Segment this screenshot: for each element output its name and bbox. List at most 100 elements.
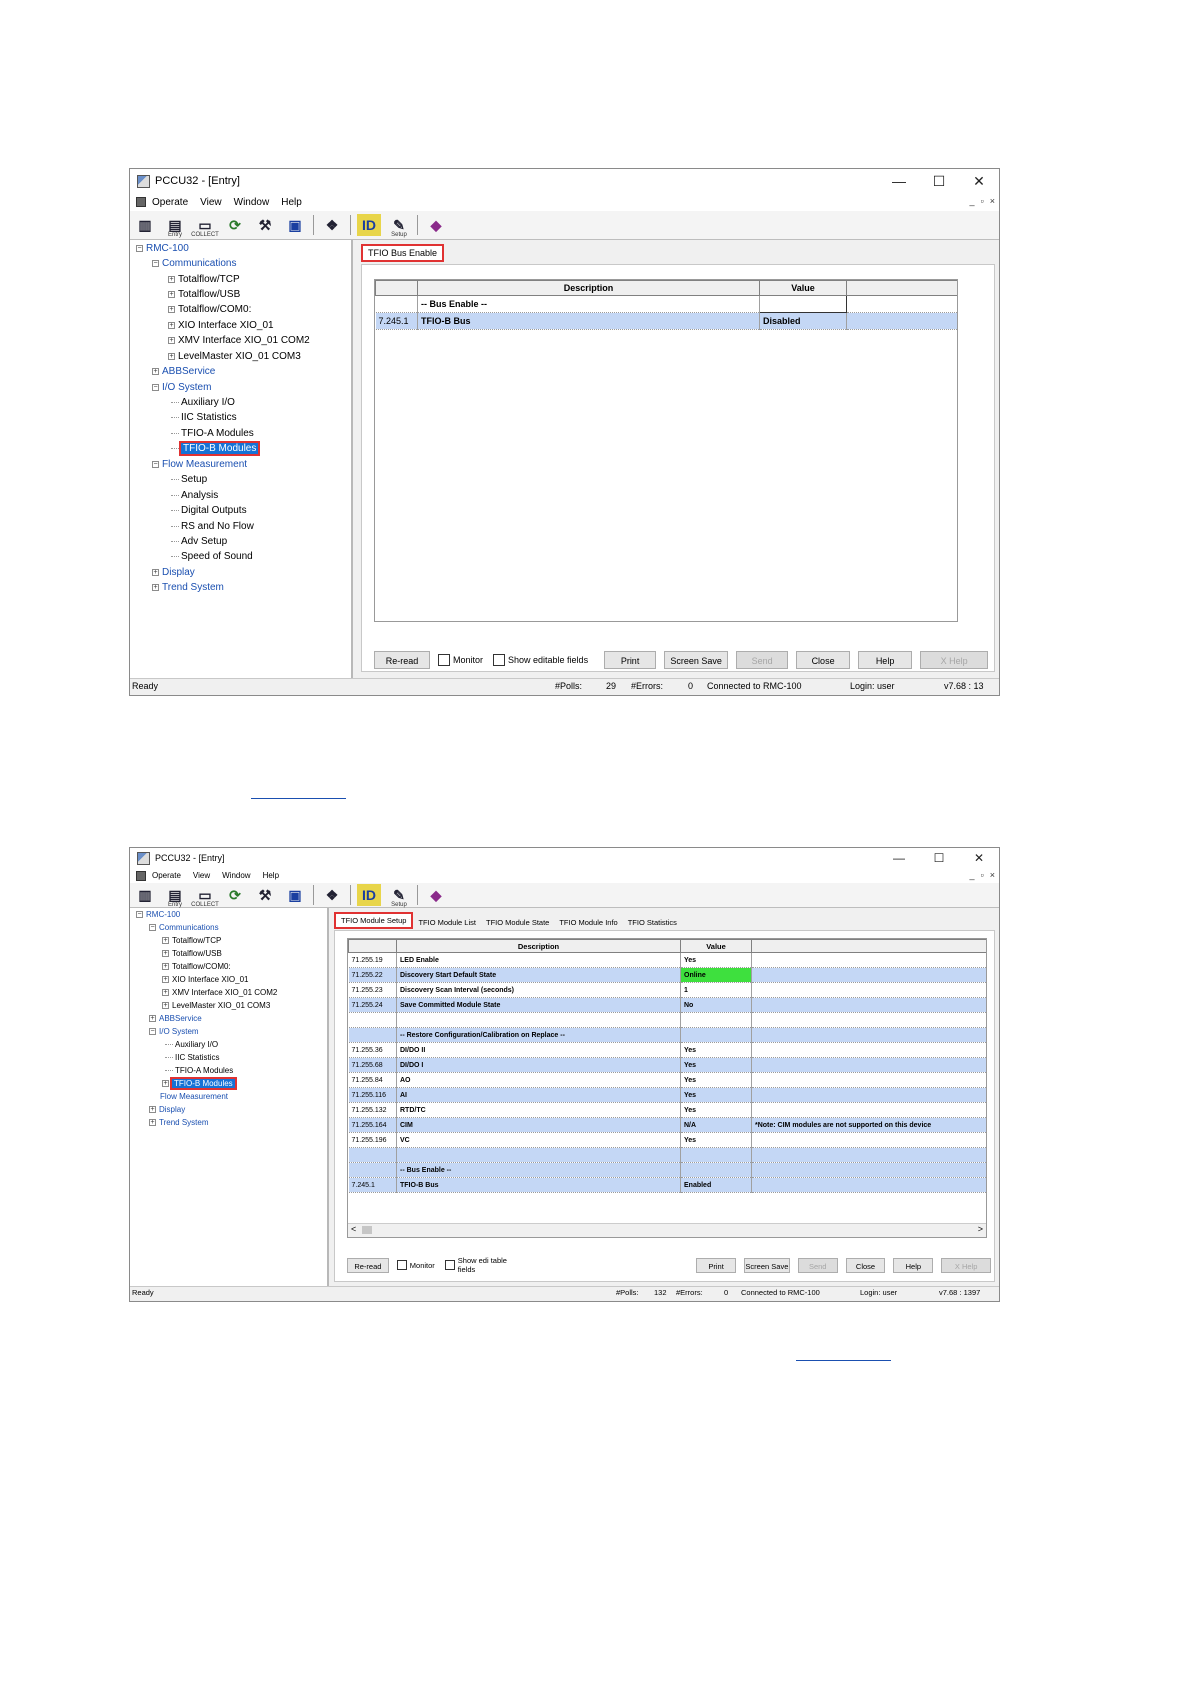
expand-icon[interactable]: +	[168, 290, 175, 298]
expand-icon[interactable]: +	[162, 963, 169, 971]
minimize-icon[interactable]: —	[879, 169, 919, 193]
row-value[interactable]: Yes	[680, 1102, 752, 1118]
row-value[interactable]: No	[680, 997, 752, 1013]
row-value[interactable]: Yes	[680, 1132, 752, 1148]
tree-item-tfio-a-modules[interactable]: TFIO-A Modules	[165, 1064, 233, 1078]
expand-icon[interactable]: +	[152, 367, 159, 375]
network-icon[interactable]: ❖	[320, 214, 344, 236]
expand-icon[interactable]: +	[152, 568, 159, 576]
show-editable-checkbox[interactable]: Show edi table fields	[444, 1256, 526, 1274]
collapse-icon[interactable]: −	[152, 383, 159, 391]
row-value[interactable]	[680, 1147, 752, 1163]
row-value[interactable]: Yes	[680, 1042, 752, 1058]
expand-icon[interactable]: +	[162, 1080, 169, 1088]
table-row[interactable]: 71.255.36 DI/DO II Yes	[348, 1042, 986, 1058]
table-row[interactable]: 71.255.116 AI Yes	[348, 1087, 986, 1103]
entry-icon[interactable]: ▤ Entry	[163, 214, 187, 239]
collapse-icon[interactable]: −	[152, 460, 159, 468]
send-button[interactable]: Send	[736, 651, 789, 669]
reread-button[interactable]: Re-read	[374, 651, 430, 669]
tree-item-totalflow-com0[interactable]: + Totalflow/COM0:	[168, 303, 251, 317]
tree-item-adv-setup[interactable]: Adv Setup	[171, 535, 227, 549]
tree-item-io-system[interactable]: − I/O System	[149, 1025, 199, 1039]
mdi-restore-icon[interactable]: ▫	[981, 196, 984, 206]
setup-icon[interactable]: ✎ Setup	[387, 884, 411, 909]
tree-item-communications[interactable]: − Communications	[152, 257, 236, 271]
tree-item-auxiliary-io[interactable]: Auxiliary I/O	[165, 1038, 218, 1052]
row-value[interactable]: Enabled	[680, 1177, 752, 1193]
disconnect-icon[interactable]: ▥	[133, 884, 157, 906]
row-value[interactable]: Yes	[680, 1072, 752, 1088]
setup-icon[interactable]: ✎ Setup	[387, 214, 411, 239]
tree-item-flow-measurement[interactable]: Flow Measurement	[160, 1090, 228, 1104]
menu-window[interactable]: Window	[234, 197, 270, 208]
menu-view[interactable]: View	[193, 871, 210, 880]
expand-icon[interactable]: +	[149, 1106, 156, 1114]
tree-item-levelmaster[interactable]: + LevelMaster XIO_01 COM3	[162, 999, 270, 1013]
io-icon[interactable]: ID	[357, 214, 381, 236]
expand-icon[interactable]: +	[168, 336, 175, 344]
tree-item-levelmaster[interactable]: + LevelMaster XIO_01 COM3	[168, 350, 301, 364]
tree-item-iic-statistics[interactable]: IIC Statistics	[171, 411, 237, 425]
scroll-right-icon[interactable]: >	[978, 1224, 983, 1234]
monitor-checkbox[interactable]: Monitor	[396, 1260, 435, 1270]
table-row[interactable]: 71.255.196 VC Yes	[348, 1132, 986, 1148]
table-row[interactable]: 71.255.68 DI/DO I Yes	[348, 1057, 986, 1073]
row-value[interactable]: Online	[680, 967, 752, 983]
table-row[interactable]: 71.255.22 Discovery Start Default State On…	[348, 967, 986, 983]
tree-item-totalflow-tcp[interactable]: + Totalflow/TCP	[162, 934, 221, 948]
tree-item-totalflow-usb[interactable]: + Totalflow/USB	[162, 947, 222, 961]
tree-item-tfio-b-modules[interactable]: + TFIO-B Modules	[162, 1077, 237, 1091]
mdi-restore-icon[interactable]: ▫	[981, 870, 984, 880]
tree-item-xmv-interface[interactable]: + XMV Interface XIO_01 COM2	[162, 986, 277, 1000]
tree-item-iic-statistics[interactable]: IIC Statistics	[165, 1051, 219, 1065]
help-button[interactable]: Help	[858, 651, 913, 669]
entry-icon[interactable]: ▤ Entry	[163, 884, 187, 909]
io-icon[interactable]: ID	[357, 884, 381, 906]
expand-icon[interactable]: +	[152, 583, 159, 591]
tab-tfio-bus-enable[interactable]: TFIO Bus Enable	[361, 244, 445, 262]
mdi-close-icon[interactable]: ×	[990, 196, 995, 206]
tree-item-auxiliary-io[interactable]: Auxiliary I/O	[171, 396, 235, 410]
expand-icon[interactable]: +	[162, 1002, 169, 1010]
xhelp-button[interactable]: X Help	[920, 651, 989, 669]
tree-item-digital-outputs[interactable]: Digital Outputs	[171, 504, 247, 518]
table-row[interactable]: -- Bus Enable --	[348, 1162, 986, 1178]
tab-tfio-statistics[interactable]: TFIO Statistics	[623, 916, 682, 929]
reread-button[interactable]: Re-read	[347, 1257, 389, 1273]
table-row[interactable]: 7.245.1 TFIO-B Bus Disabled	[375, 312, 957, 330]
tree-item-trend-system[interactable]: + Trend System	[149, 1116, 209, 1130]
help-button[interactable]: Help	[893, 1257, 934, 1273]
collapse-icon[interactable]: −	[136, 911, 143, 919]
tree-item-totalflow-com0[interactable]: + Totalflow/COM0:	[162, 960, 231, 974]
print-button[interactable]: Print	[604, 651, 657, 669]
row-value[interactable]	[759, 295, 847, 313]
show-editable-checkbox[interactable]: Show editable fields	[493, 654, 588, 666]
menu-view[interactable]: View	[200, 197, 222, 208]
close-icon[interactable]: ✕	[959, 169, 999, 193]
measurement-icon[interactable]: ▣	[283, 884, 307, 906]
refresh-icon[interactable]: ⟳	[223, 884, 247, 906]
row-value[interactable]	[680, 1012, 752, 1028]
send-button[interactable]: Send	[797, 1257, 838, 1273]
mdi-minimize-icon[interactable]: _	[970, 870, 975, 880]
tree-item-totalflow-tcp[interactable]: + Totalflow/TCP	[168, 273, 240, 287]
table-row[interactable]: 71.255.132 RTD/TC Yes	[348, 1102, 986, 1118]
refresh-icon[interactable]: ⟳	[223, 214, 247, 236]
tree-item-totalflow-usb[interactable]: + Totalflow/USB	[168, 288, 240, 302]
tab-tfio-module-state[interactable]: TFIO Module State	[481, 916, 554, 929]
disconnect-icon[interactable]: ▥	[133, 214, 157, 236]
row-value[interactable]: Disabled	[759, 312, 847, 330]
scroll-left-icon[interactable]: <	[351, 1224, 356, 1234]
expand-icon[interactable]: +	[162, 989, 169, 997]
mdi-close-icon[interactable]: ×	[990, 870, 995, 880]
close-icon[interactable]: ✕	[959, 848, 999, 868]
table-row[interactable]: 71.255.164 CIM N/A *Note: CIM modules are n…	[348, 1117, 986, 1133]
tree-item-rs-no-flow[interactable]: RS and No Flow	[171, 520, 254, 534]
tab-tfio-module-list[interactable]: TFIO Module List	[413, 916, 481, 929]
expand-icon[interactable]: +	[168, 275, 175, 283]
table-row[interactable]: 71.255.24 Save Committed Module State No	[348, 997, 986, 1013]
row-value[interactable]	[680, 1027, 752, 1043]
table-row[interactable]: 7.245.1 TFIO-B Bus Enabled	[348, 1177, 986, 1193]
menu-operate[interactable]: Operate	[152, 871, 181, 880]
